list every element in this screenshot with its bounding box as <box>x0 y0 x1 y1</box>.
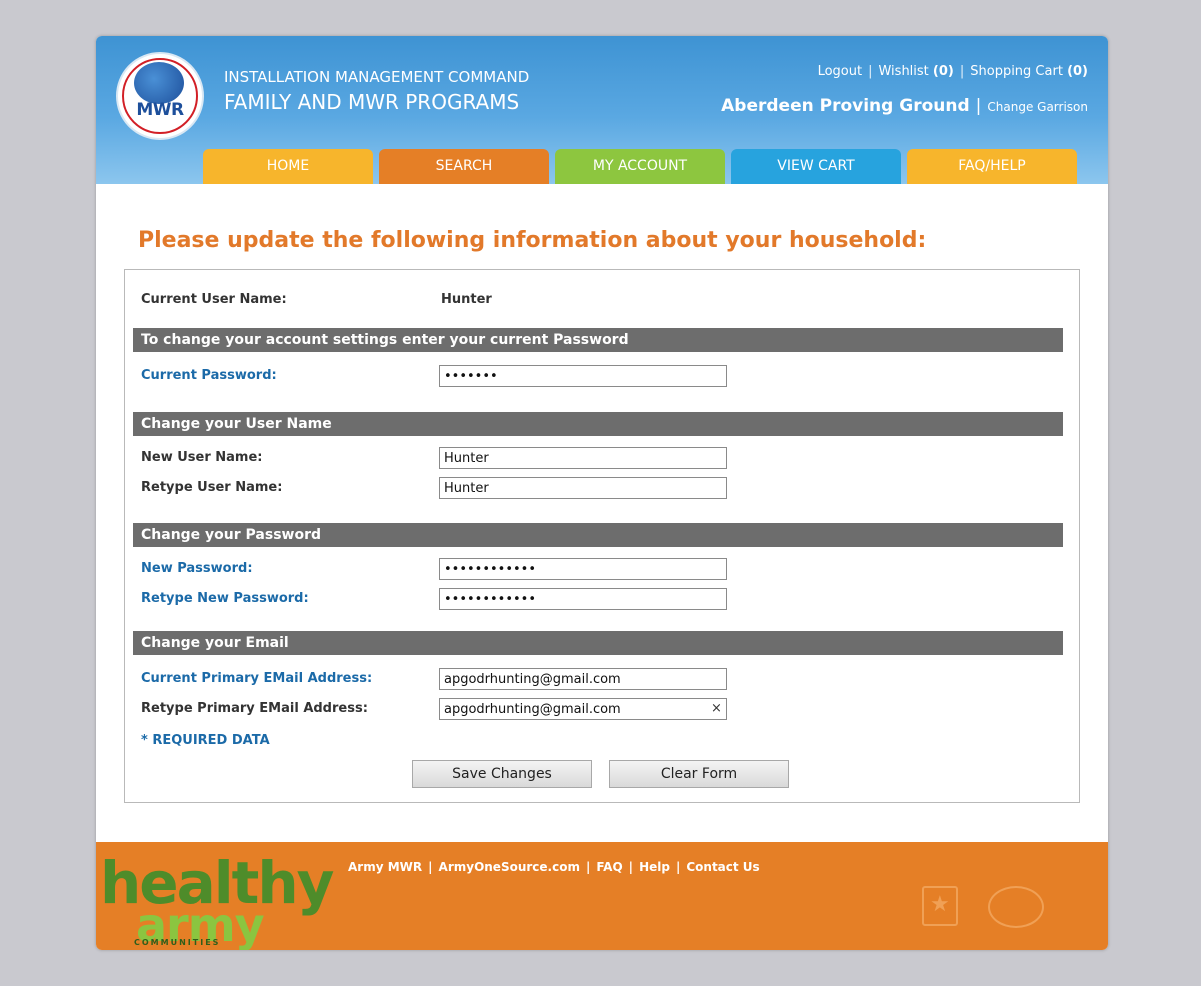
save-changes-button[interactable]: Save Changes <box>412 760 592 788</box>
star-icon: ★ <box>930 892 950 917</box>
tab-faq-help[interactable]: FAQ/HELP <box>907 149 1077 184</box>
logo-text: MWR <box>136 100 184 120</box>
logout-link[interactable]: Logout <box>818 64 863 79</box>
link-separator: | <box>959 64 965 79</box>
section-change-password: Change your Password <box>133 523 1063 547</box>
page-shell: MWR INSTALLATION MANAGEMENT COMMAND FAMI… <box>96 36 1108 950</box>
tab-home[interactable]: HOME <box>203 149 373 184</box>
household-form: Current User Name: Hunter To change your… <box>124 269 1080 803</box>
footer-link-help[interactable]: Help <box>639 860 670 874</box>
footer-links: Army MWR | ArmyOneSource.com | FAQ | Hel… <box>348 860 760 874</box>
shopping-cart-link[interactable]: Shopping Cart (0) <box>970 64 1088 79</box>
mwr-logo[interactable]: MWR <box>116 52 204 140</box>
clear-form-button[interactable]: Clear Form <box>609 760 789 788</box>
cart-label: Shopping Cart <box>970 64 1063 79</box>
army-star-seal-icon: ★ <box>922 886 958 926</box>
footer-link-separator: | <box>675 860 681 874</box>
garrison-separator: | <box>975 96 982 116</box>
new-username-input[interactable] <box>439 447 727 469</box>
section-change-username: Change your User Name <box>133 412 1063 436</box>
retype-username-input[interactable] <box>439 477 727 499</box>
current-user-value: Hunter <box>441 292 492 307</box>
section-account-settings: To change your account settings enter yo… <box>133 328 1063 352</box>
new-username-label: New User Name: <box>141 450 263 465</box>
new-password-input[interactable] <box>439 558 727 580</box>
retype-password-label: Retype New Password: <box>141 591 309 606</box>
current-user-label: Current User Name: <box>141 292 287 307</box>
footer-link-contact-us[interactable]: Contact Us <box>686 860 759 874</box>
garrison-name: Aberdeen Proving Ground <box>721 96 970 116</box>
site-header: MWR INSTALLATION MANAGEMENT COMMAND FAMI… <box>96 36 1108 184</box>
retype-email-input[interactable] <box>439 698 727 720</box>
account-links: Logout | Wishlist (0) | Shopping Cart (0… <box>818 64 1088 79</box>
section-change-email: Change your Email <box>133 631 1063 655</box>
change-garrison-link[interactable]: Change Garrison <box>987 100 1088 114</box>
footer-link-separator: | <box>628 860 634 874</box>
wishlist-link[interactable]: Wishlist (0) <box>878 64 953 79</box>
org-title-line1: INSTALLATION MANAGEMENT COMMAND <box>224 68 530 86</box>
required-data-note: * REQUIRED DATA <box>141 733 270 748</box>
cart-count: (0) <box>1067 64 1088 79</box>
retype-password-input[interactable] <box>439 588 727 610</box>
wishlist-label: Wishlist <box>878 64 929 79</box>
current-password-label: Current Password: <box>141 368 277 383</box>
new-password-label: New Password: <box>141 561 253 576</box>
tab-search[interactable]: SEARCH <box>379 149 549 184</box>
globe-icon <box>134 62 184 104</box>
garrison-bar: Aberdeen Proving Ground | Change Garriso… <box>721 96 1088 116</box>
healthy-army-logo-word3: COMMUNITIES <box>134 938 221 947</box>
main-nav: HOME SEARCH MY ACCOUNT VIEW CART FAQ/HEL… <box>203 149 1077 184</box>
footer-link-army-mwr[interactable]: Army MWR <box>348 860 422 874</box>
footer-link-faq[interactable]: FAQ <box>596 860 622 874</box>
retype-email-label: Retype Primary EMail Address: <box>141 701 368 716</box>
site-footer: healthy army COMMUNITIES Army MWR | Army… <box>96 842 1108 950</box>
link-separator: | <box>868 64 873 79</box>
mwr-seal-icon <box>988 886 1044 928</box>
tab-view-cart[interactable]: VIEW CART <box>731 149 901 184</box>
page-title: Please update the following information … <box>138 228 927 253</box>
footer-link-armyonesource[interactable]: ArmyOneSource.com <box>439 860 580 874</box>
clear-field-icon[interactable]: × <box>711 701 722 716</box>
footer-link-separator: | <box>428 860 433 874</box>
retype-username-label: Retype User Name: <box>141 480 283 495</box>
org-title-line2: FAMILY AND MWR PROGRAMS <box>224 90 520 114</box>
primary-email-label: Current Primary EMail Address: <box>141 671 373 686</box>
wishlist-count: (0) <box>932 64 954 79</box>
tab-my-account[interactable]: MY ACCOUNT <box>555 149 725 184</box>
footer-link-separator: | <box>585 860 591 874</box>
primary-email-input[interactable] <box>439 668 727 690</box>
current-password-input[interactable] <box>439 365 727 387</box>
